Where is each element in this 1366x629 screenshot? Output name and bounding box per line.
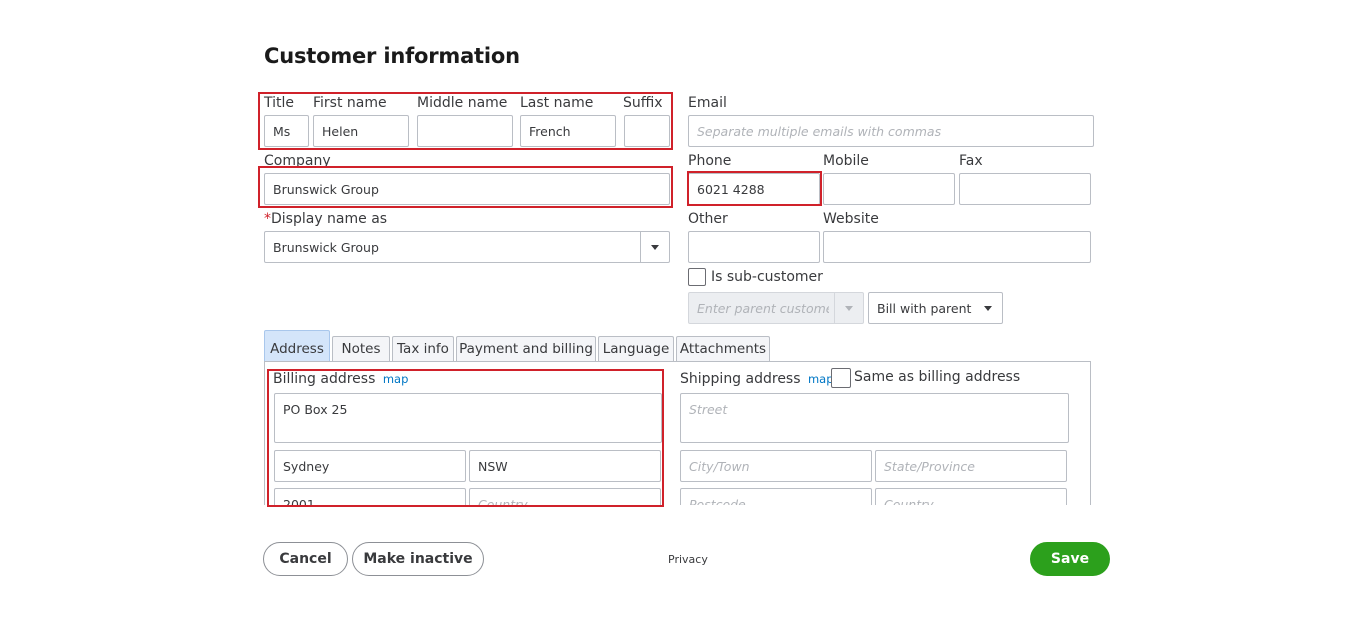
tab-payment-and-billing[interactable]: Payment and billing (456, 336, 596, 362)
cancel-button[interactable]: Cancel (263, 542, 348, 576)
phone-label: Phone (688, 153, 732, 169)
name-highlight (258, 92, 673, 150)
chevron-down-icon (651, 245, 659, 250)
shipping-address-heading: Shipping address map (680, 371, 834, 387)
required-mark: * (264, 211, 271, 227)
tab-language[interactable]: Language (598, 336, 674, 362)
parent-customer-select[interactable]: Enter parent customer (688, 292, 864, 324)
tab-notes[interactable]: Notes (332, 336, 390, 362)
fax-input[interactable] (959, 173, 1091, 205)
other-input[interactable] (688, 231, 820, 263)
bill-with-parent-select[interactable]: Bill with parent (868, 292, 1003, 324)
shipping-state-input[interactable] (875, 450, 1067, 482)
parent-customer-dropdown[interactable] (834, 293, 863, 323)
display-name-label-group: *Display name as (264, 211, 387, 227)
display-name-dropdown[interactable] (640, 232, 669, 262)
shipping-city-input[interactable] (680, 450, 872, 482)
sub-customer-checkbox[interactable] (688, 268, 706, 286)
shipping-map-link[interactable]: map (808, 372, 834, 386)
tab-tax-info[interactable]: Tax info (392, 336, 454, 362)
privacy-link[interactable]: Privacy (668, 553, 708, 566)
fax-label: Fax (959, 153, 983, 169)
bill-with-parent-value: Bill with parent (877, 301, 972, 316)
shipping-address-label: Shipping address (680, 371, 801, 387)
email-label: Email (688, 95, 727, 111)
display-name-select[interactable]: Brunswick Group (264, 231, 670, 263)
tab-address[interactable]: Address (264, 330, 330, 362)
mobile-input[interactable] (823, 173, 955, 205)
phone-highlight (687, 171, 822, 206)
save-button[interactable]: Save (1030, 542, 1110, 576)
mobile-label: Mobile (823, 153, 869, 169)
display-name-label: Display name as (271, 211, 388, 227)
tab-attachments[interactable]: Attachments (676, 336, 770, 362)
display-name-value: Brunswick Group (273, 240, 379, 255)
company-highlight (258, 166, 673, 208)
shipping-street-input[interactable] (680, 393, 1069, 443)
bill-with-parent-dropdown[interactable] (974, 293, 1002, 323)
chevron-down-icon (845, 306, 853, 311)
other-label: Other (688, 211, 728, 227)
page-title: Customer information (264, 44, 520, 68)
shipping-country-input[interactable] (875, 488, 1067, 505)
email-input[interactable] (688, 115, 1094, 147)
shipping-postcode-input[interactable] (680, 488, 872, 505)
chevron-down-icon (984, 306, 992, 311)
billing-address-highlight (267, 369, 664, 507)
same-as-billing-checkbox[interactable] (831, 368, 851, 388)
website-input[interactable] (823, 231, 1091, 263)
sub-customer-label: Is sub-customer (711, 269, 823, 285)
make-inactive-button[interactable]: Make inactive (352, 542, 484, 576)
website-label: Website (823, 211, 879, 227)
same-as-billing-label: Same as billing address (854, 369, 1021, 385)
parent-customer-placeholder: Enter parent customer (697, 301, 829, 316)
